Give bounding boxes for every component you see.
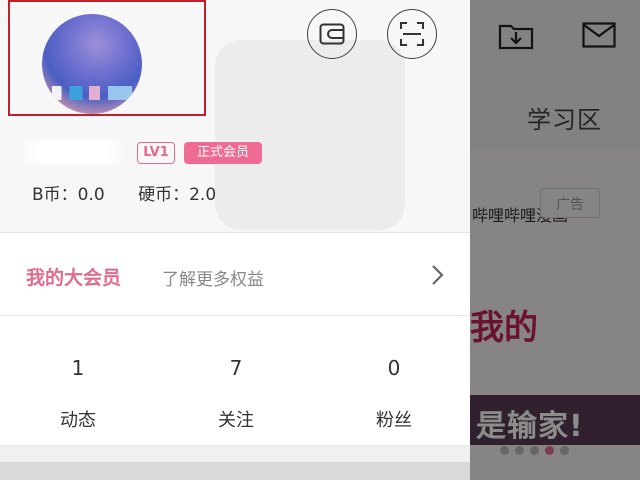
stat-dynamics[interactable]: 1 动态: [0, 316, 156, 446]
avatar[interactable]: [42, 14, 142, 114]
username-redacted: [18, 140, 128, 164]
wallet-icon: [319, 23, 345, 45]
navigation-drawer: LV1 正式会员 B币：0.0 硬币：2.0 我的大会员 了解更多权益 1 动态…: [0, 0, 470, 480]
dim-overlay[interactable]: [470, 0, 640, 480]
big-vip-row[interactable]: 我的大会员 了解更多权益: [0, 232, 470, 316]
stat-label: 动态: [60, 410, 96, 431]
stat-label: 粉丝: [376, 410, 412, 431]
big-vip-title: 我的大会员: [26, 267, 122, 289]
stats-row: 1 动态 7 关注 0 粉丝: [0, 316, 470, 446]
chevron-right-icon: [432, 265, 444, 285]
stat-value: 7: [229, 356, 243, 380]
big-vip-subtitle: 了解更多权益: [162, 270, 264, 290]
hard-coin-balance[interactable]: 硬币：2.0: [138, 185, 216, 205]
wallet-button[interactable]: [307, 9, 357, 59]
stat-followers[interactable]: 0 粉丝: [316, 316, 470, 446]
vip-status-badge[interactable]: 正式会员: [184, 142, 262, 164]
scan-icon: [400, 22, 424, 46]
b-coin-balance[interactable]: B币：0.0: [32, 185, 105, 205]
profile-header: LV1 正式会员 B币：0.0 硬币：2.0: [0, 0, 470, 232]
coin-balance: B币：0.0 硬币：2.0: [32, 180, 244, 205]
drawer-bottom-divider: [0, 446, 470, 480]
scan-button[interactable]: [387, 9, 437, 59]
stat-value: 1: [71, 356, 85, 380]
stat-following[interactable]: 7 关注: [158, 316, 314, 446]
stat-label: 关注: [218, 410, 254, 431]
level-badge: LV1: [137, 142, 175, 164]
stat-value: 0: [387, 356, 401, 380]
avatar-highlight-box: [8, 0, 206, 116]
